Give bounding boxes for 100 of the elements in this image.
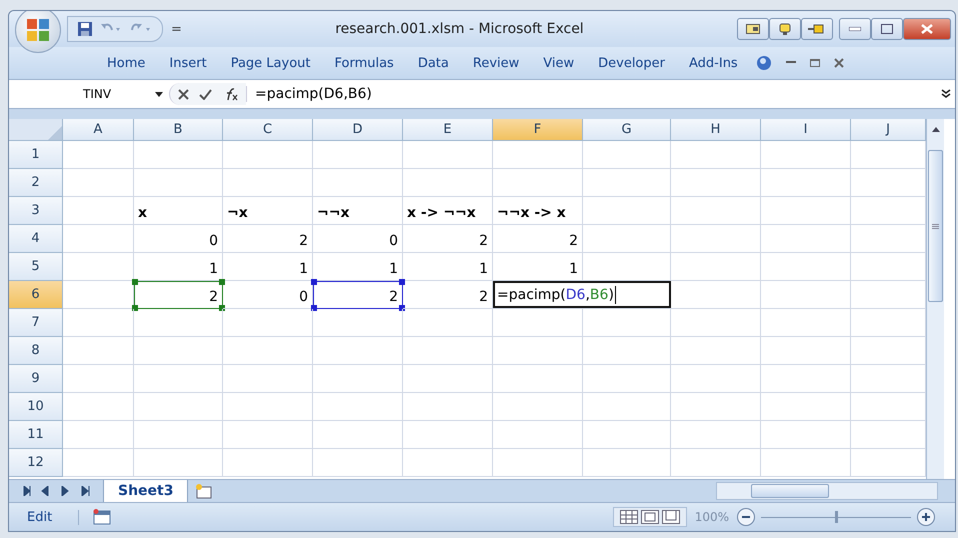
column-header[interactable]: H [671, 119, 761, 141]
column-header[interactable]: B [134, 119, 223, 141]
sheet-tab[interactable]: Sheet3 [103, 480, 188, 502]
zoom-in-button[interactable] [917, 508, 935, 526]
grid-cell[interactable] [134, 365, 223, 393]
grid-cell[interactable] [493, 365, 583, 393]
ribbon-tab[interactable]: Home [95, 56, 158, 70]
grid-cell[interactable] [134, 309, 223, 337]
row-header[interactable]: 9 [9, 365, 63, 393]
row-header[interactable]: 4 [9, 225, 63, 253]
row-header[interactable]: 10 [9, 393, 63, 421]
grid-cell[interactable] [583, 449, 671, 477]
grid-cell[interactable] [63, 225, 134, 253]
row-header[interactable]: 7 [9, 309, 63, 337]
grid-cell[interactable] [761, 365, 851, 393]
grid-cell[interactable] [313, 421, 403, 449]
grid-cell[interactable] [761, 225, 851, 253]
scroll-thumb[interactable] [928, 150, 943, 302]
ribbon-tab[interactable]: Data [406, 56, 461, 70]
help-icon[interactable] [756, 55, 772, 71]
grid-cell[interactable] [761, 393, 851, 421]
grid-cell[interactable] [63, 337, 134, 365]
grid-cell[interactable] [313, 141, 403, 169]
grid-cell[interactable] [761, 253, 851, 281]
grid-cell[interactable] [671, 421, 761, 449]
grid-cell[interactable] [134, 393, 223, 421]
grid-cell[interactable] [63, 309, 134, 337]
ribbon-tab[interactable]: Add-Ins [677, 56, 750, 70]
ribbon-tab[interactable]: Review [460, 56, 532, 70]
grid-cell[interactable] [583, 309, 671, 337]
grid-cell[interactable] [671, 365, 761, 393]
row-header[interactable]: 12 [9, 449, 63, 477]
pin-button[interactable] [801, 18, 833, 40]
grid-cell[interactable] [134, 169, 223, 197]
grid-cell[interactable] [403, 141, 493, 169]
grid-cell[interactable] [493, 141, 583, 169]
column-header[interactable]: I [761, 119, 851, 141]
minimize-button[interactable] [839, 18, 871, 40]
grid-cell[interactable] [63, 253, 134, 281]
grid-cell[interactable] [63, 141, 134, 169]
grid-cell[interactable] [223, 169, 313, 197]
slider-thumb[interactable] [835, 511, 838, 523]
row-header[interactable]: 1 [9, 141, 63, 169]
grid-cell[interactable] [583, 225, 671, 253]
grid-cell[interactable]: ¬¬x [313, 197, 403, 225]
grid-cell[interactable] [671, 197, 761, 225]
grid-cell[interactable] [403, 365, 493, 393]
check-icon[interactable] [199, 88, 212, 100]
grid-cell[interactable] [493, 169, 583, 197]
grid-cell[interactable] [761, 421, 851, 449]
grid-cell[interactable]: 2 [313, 281, 403, 309]
layout-button[interactable] [737, 18, 769, 40]
grid-cell[interactable] [134, 421, 223, 449]
view-icon[interactable] [662, 510, 680, 524]
column-header[interactable]: E [403, 119, 493, 141]
grid-cell[interactable] [761, 309, 851, 337]
name-box[interactable]: TINV [9, 87, 169, 101]
grid-cell[interactable] [223, 365, 313, 393]
grid-cell[interactable] [63, 365, 134, 393]
grid-cell[interactable] [134, 141, 223, 169]
ribbon-tab[interactable]: Insert [157, 56, 219, 70]
grid-cell[interactable] [223, 337, 313, 365]
grid-cell[interactable]: ¬¬x -> x [493, 197, 583, 225]
close-icon[interactable] [834, 58, 844, 68]
grid-cell[interactable] [403, 449, 493, 477]
grid-cell[interactable] [313, 309, 403, 337]
formula-field[interactable]: =pacimp(D6,B6) [246, 86, 941, 102]
maximize-button[interactable] [871, 18, 903, 40]
office-button[interactable] [15, 11, 61, 53]
grid-cell[interactable] [583, 169, 671, 197]
grid-cell[interactable] [493, 449, 583, 477]
grid-cell[interactable] [583, 421, 671, 449]
row-header[interactable]: 3 [9, 197, 63, 225]
grid-cell[interactable] [223, 421, 313, 449]
grid-cell[interactable] [583, 365, 671, 393]
grid-cell[interactable] [313, 365, 403, 393]
grid-cell[interactable] [403, 309, 493, 337]
grid-cell[interactable] [671, 393, 761, 421]
minimize-icon[interactable] [786, 61, 796, 65]
grid-cell[interactable]: 2 [223, 225, 313, 253]
macro-record-icon[interactable] [93, 509, 111, 525]
grid-cell[interactable]: x -> ¬¬x [403, 197, 493, 225]
column-header[interactable]: F [493, 119, 583, 141]
grid-cell[interactable] [223, 449, 313, 477]
save-icon[interactable] [78, 22, 92, 36]
grid-cell[interactable]: ¬x [223, 197, 313, 225]
vertical-scrollbar[interactable] [926, 119, 944, 479]
grid-cell[interactable] [403, 337, 493, 365]
grid-cell[interactable]: 2 [134, 281, 223, 309]
grid-cell[interactable] [761, 169, 851, 197]
column-header[interactable]: D [313, 119, 403, 141]
grid-cell[interactable] [493, 337, 583, 365]
grid-cell[interactable] [313, 449, 403, 477]
grid-cell[interactable] [313, 393, 403, 421]
grid-cell[interactable] [223, 141, 313, 169]
horizontal-scrollbar[interactable] [716, 482, 938, 500]
grid-cell[interactable] [583, 337, 671, 365]
restore-icon[interactable] [810, 59, 820, 67]
zoom-slider[interactable] [761, 511, 911, 523]
grid-cell[interactable] [63, 449, 134, 477]
